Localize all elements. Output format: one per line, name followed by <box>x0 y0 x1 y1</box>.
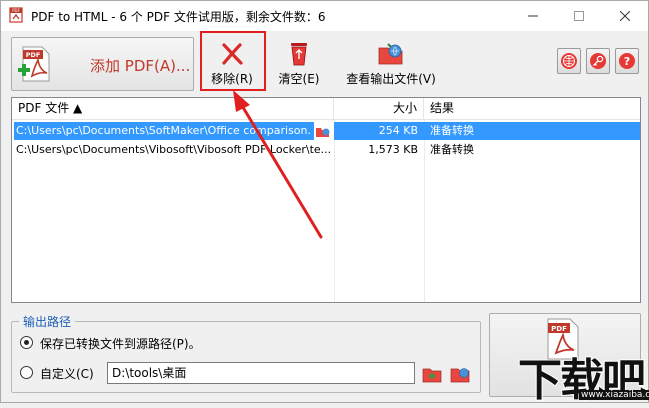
browse-folder-icon[interactable] <box>421 363 443 385</box>
custom-path-field[interactable]: D:\tools\桌面 <box>107 362 415 384</box>
radio-save-to-source-label[interactable]: 保存已转换文件到源路径(P)。 <box>40 335 201 352</box>
watermark-url: www.xiazaiba.com <box>579 390 649 400</box>
main-window: PDF PDF to HTML - 6 个 PDF 文件试用版，剩余文件数：6 … <box>0 0 649 407</box>
open-folder-icon[interactable] <box>449 363 471 385</box>
output-path-title: 输出路径 <box>19 313 76 330</box>
svg-text:PDF: PDF <box>551 325 567 333</box>
radio-save-to-source[interactable] <box>20 336 33 349</box>
radio-custom-path-label[interactable]: 自定义(C) <box>40 365 94 382</box>
radio-custom-path[interactable] <box>20 366 33 379</box>
